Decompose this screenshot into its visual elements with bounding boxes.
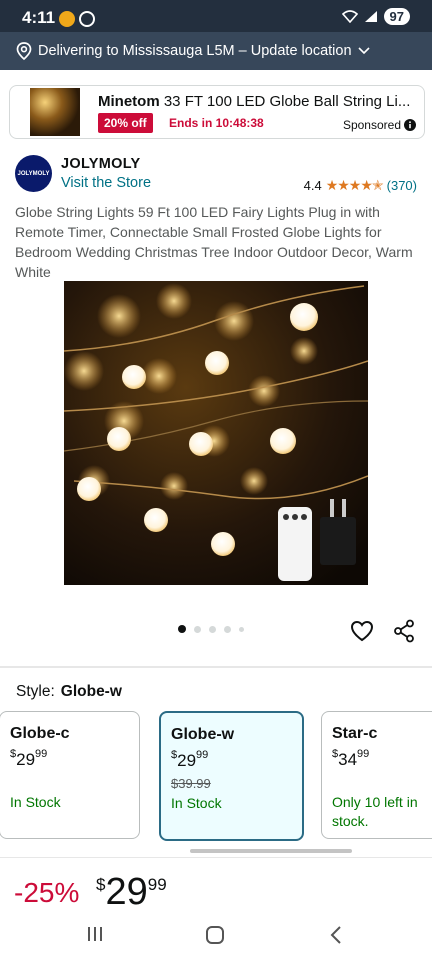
section-divider bbox=[0, 857, 432, 858]
rating-count: (370) bbox=[386, 178, 417, 193]
price-whole: 34 bbox=[338, 750, 358, 769]
ad-title: Minetom 33 FT 100 LED Globe Ball String … bbox=[98, 93, 418, 110]
carousel-dot[interactable] bbox=[209, 625, 216, 633]
wifi-icon bbox=[341, 10, 358, 23]
current-price: $2999 bbox=[96, 871, 167, 914]
info-icon bbox=[404, 119, 416, 131]
recent-apps-icon[interactable] bbox=[86, 925, 104, 948]
price-symbol: $ bbox=[10, 748, 17, 760]
style-label-text: Style: bbox=[16, 683, 55, 700]
system-navigation-bar bbox=[0, 913, 432, 960]
stock-status: In Stock bbox=[171, 795, 222, 811]
ad-deal-badge: 20% off bbox=[98, 113, 153, 133]
ad-deal-timer: Ends in 10:48:38 bbox=[169, 116, 264, 130]
style-selected: Globe-w bbox=[60, 683, 122, 700]
price-cents: 99 bbox=[357, 748, 370, 760]
carousel-dot[interactable] bbox=[239, 626, 244, 632]
stock-status: Only 10 left in stock. bbox=[332, 794, 418, 829]
share-icon[interactable] bbox=[393, 619, 415, 648]
status-right: 97 bbox=[341, 8, 410, 25]
price-cents: 99 bbox=[147, 875, 167, 894]
stock-status: In Stock bbox=[10, 794, 61, 810]
style-option-globe-c[interactable]: Globe-c $2999 In Stock bbox=[0, 711, 140, 839]
brand-name: JOLYMOLY bbox=[61, 156, 141, 172]
style-option-name: Globe-w bbox=[171, 726, 235, 743]
notification-icon bbox=[59, 11, 75, 27]
list-price: $39.99 bbox=[171, 776, 211, 791]
ad-title-text: 33 FT 100 LED Globe Ball String Li... bbox=[159, 93, 411, 110]
style-label: Style: Globe-w bbox=[16, 683, 122, 701]
ad-brand: Minetom bbox=[98, 93, 160, 110]
price-symbol: $ bbox=[171, 749, 178, 761]
price-symbol: $ bbox=[332, 748, 339, 760]
carousel-dot[interactable] bbox=[224, 625, 231, 633]
sponsored-text: Sponsored bbox=[342, 118, 401, 132]
style-option-globe-w[interactable]: Globe-w $2999 $39.99 In Stock bbox=[159, 711, 304, 841]
sponsored-ad[interactable]: Minetom 33 FT 100 LED Globe Ball String … bbox=[9, 85, 425, 139]
back-icon[interactable] bbox=[328, 925, 344, 950]
status-bar: 4:11 97 bbox=[0, 0, 432, 32]
product-photo bbox=[64, 281, 368, 585]
signal-icon bbox=[364, 11, 377, 22]
style-option-price: $2999 bbox=[171, 749, 209, 771]
star-rating-icon: ★★★★✭ bbox=[325, 177, 384, 193]
style-option-star-c[interactable]: Star-c $3499 Only 10 left in stock. bbox=[321, 711, 432, 839]
price-whole: 29 bbox=[16, 750, 36, 769]
image-carousel-dots[interactable] bbox=[178, 625, 244, 633]
delivery-text: Delivering to Mississauga L5M – Update l… bbox=[38, 43, 352, 59]
delivery-location-bar[interactable]: Delivering to Mississauga L5M – Update l… bbox=[0, 32, 432, 70]
brand-logo-text: JOLYMOLY bbox=[17, 170, 50, 177]
price-cents: 99 bbox=[196, 749, 209, 761]
price-whole: 29 bbox=[105, 871, 148, 913]
status-time: 4:11 bbox=[22, 8, 56, 27]
brand-logo[interactable]: JOLYMOLY bbox=[15, 155, 52, 192]
carousel-dot[interactable] bbox=[178, 625, 186, 633]
rating-summary[interactable]: 4.4 ★★★★✭ (370) bbox=[304, 177, 417, 194]
price-whole: 29 bbox=[177, 751, 197, 770]
price-symbol: $ bbox=[96, 875, 106, 894]
style-option-name: Star-c bbox=[332, 725, 378, 742]
battery-indicator: 97 bbox=[383, 8, 410, 25]
home-icon[interactable] bbox=[205, 925, 225, 950]
heart-icon[interactable] bbox=[350, 620, 374, 647]
product-image[interactable] bbox=[64, 281, 368, 585]
style-option-name: Globe-c bbox=[10, 725, 70, 742]
visit-store-link[interactable]: Visit the Store bbox=[61, 175, 151, 191]
sponsored-label[interactable]: Sponsored bbox=[343, 118, 416, 132]
style-scrollbar[interactable] bbox=[190, 849, 352, 853]
discount-percent: -25% bbox=[14, 877, 80, 908]
product-title: Globe String Lights 59 Ft 100 LED Fairy … bbox=[15, 204, 413, 280]
rating-value: 4.4 bbox=[303, 178, 322, 193]
carousel-dot[interactable] bbox=[194, 625, 201, 633]
ad-thumbnail bbox=[30, 88, 80, 136]
data-saver-icon bbox=[79, 11, 95, 27]
price-cents: 99 bbox=[35, 748, 48, 760]
style-option-price: $3499 bbox=[332, 748, 370, 770]
chevron-down-icon bbox=[357, 47, 370, 55]
section-divider bbox=[0, 666, 432, 668]
location-pin-icon bbox=[14, 41, 34, 61]
style-option-price: $2999 bbox=[10, 748, 48, 770]
